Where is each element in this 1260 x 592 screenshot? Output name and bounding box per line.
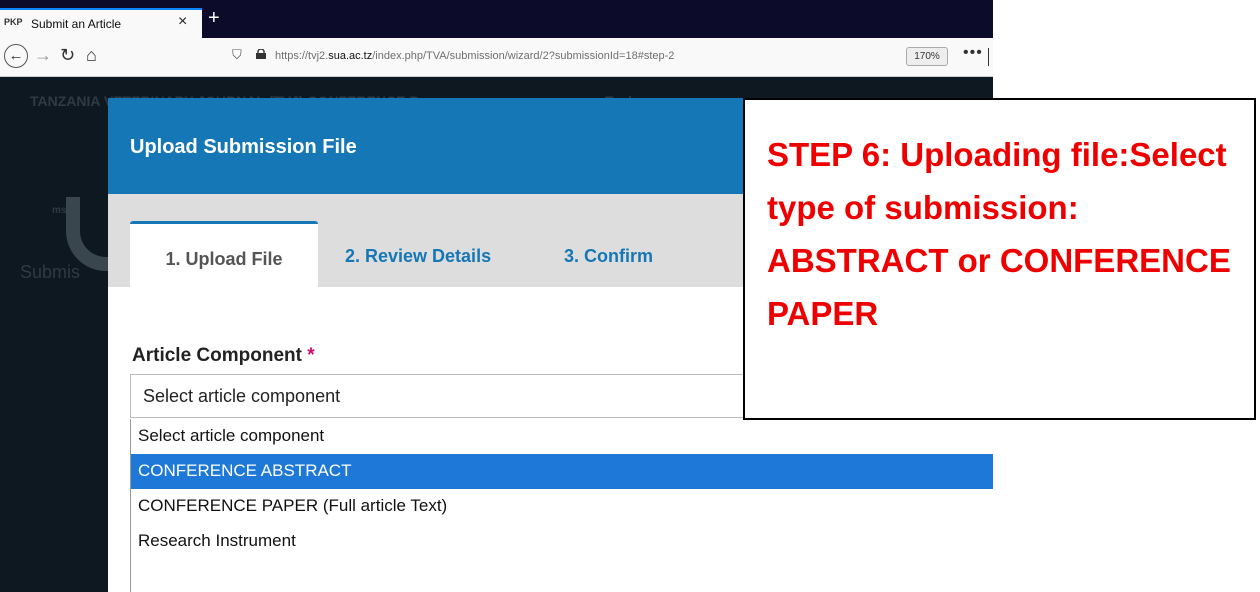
option-conference-paper[interactable]: CONFERENCE PAPER (Full article Text)	[131, 489, 993, 524]
callout-text: STEP 6: Uploading file:Select type of su…	[767, 136, 1231, 332]
modal-title: Upload Submission File	[130, 136, 357, 158]
option-conference-abstract[interactable]: CONFERENCE ABSTRACT	[131, 454, 993, 489]
submissions-nav: Submis	[20, 262, 81, 282]
component-dropdown-list: Select article component CONFERENCE ABST…	[130, 419, 993, 592]
lock-icon[interactable]	[255, 49, 267, 59]
instruction-callout: STEP 6: Uploading file:Select type of su…	[743, 98, 1256, 420]
browser-tab[interactable]: PKP Submit an Article ×	[0, 8, 202, 38]
browser-tabbar: PKP Submit an Article × +	[0, 0, 993, 38]
option-research-instrument[interactable]: Research Instrument	[131, 524, 993, 559]
tab-confirm[interactable]: 3. Confirm	[564, 221, 653, 287]
tab-upload-file[interactable]: 1. Upload File	[130, 221, 318, 287]
pkp-favicon-icon: PKP	[4, 17, 23, 27]
url-domain: sua.ac.tz	[328, 50, 373, 62]
reload-icon[interactable]: ↻	[60, 45, 75, 66]
logo-caption: ms	[52, 205, 67, 216]
tab-title: Submit an Article	[31, 17, 122, 31]
field-label-text: Article Component	[132, 345, 302, 366]
toolbar-divider	[988, 48, 989, 66]
url-path: /index.php/TVA/submission/wizard/2?submi…	[372, 50, 675, 62]
shield-icon[interactable]: ⛉	[232, 47, 242, 63]
address-bar[interactable]: https://tvj2.sua.ac.tz/index.php/TVA/sub…	[275, 50, 674, 62]
forward-icon[interactable]: →	[34, 45, 52, 66]
page-actions-icon[interactable]: •••	[963, 44, 983, 62]
url-prefix: https://tvj2.	[275, 50, 329, 62]
browser-navbar: ← → ↻ ⌂ ⛉ https://tvj2.sua.ac.tz/index.p…	[0, 38, 993, 77]
tab-review-details[interactable]: 2. Review Details	[345, 221, 491, 287]
home-icon[interactable]: ⌂	[86, 45, 97, 66]
select-value: Select article component	[143, 386, 341, 406]
new-tab-button[interactable]: +	[208, 7, 220, 30]
required-marker: *	[307, 345, 315, 366]
back-icon[interactable]: ←	[4, 44, 28, 68]
option-select-article-component[interactable]: Select article component	[131, 419, 993, 454]
close-tab-icon[interactable]: ×	[178, 13, 187, 31]
zoom-level[interactable]: 170%	[906, 47, 948, 66]
article-component-label: Article Component *	[132, 345, 315, 367]
